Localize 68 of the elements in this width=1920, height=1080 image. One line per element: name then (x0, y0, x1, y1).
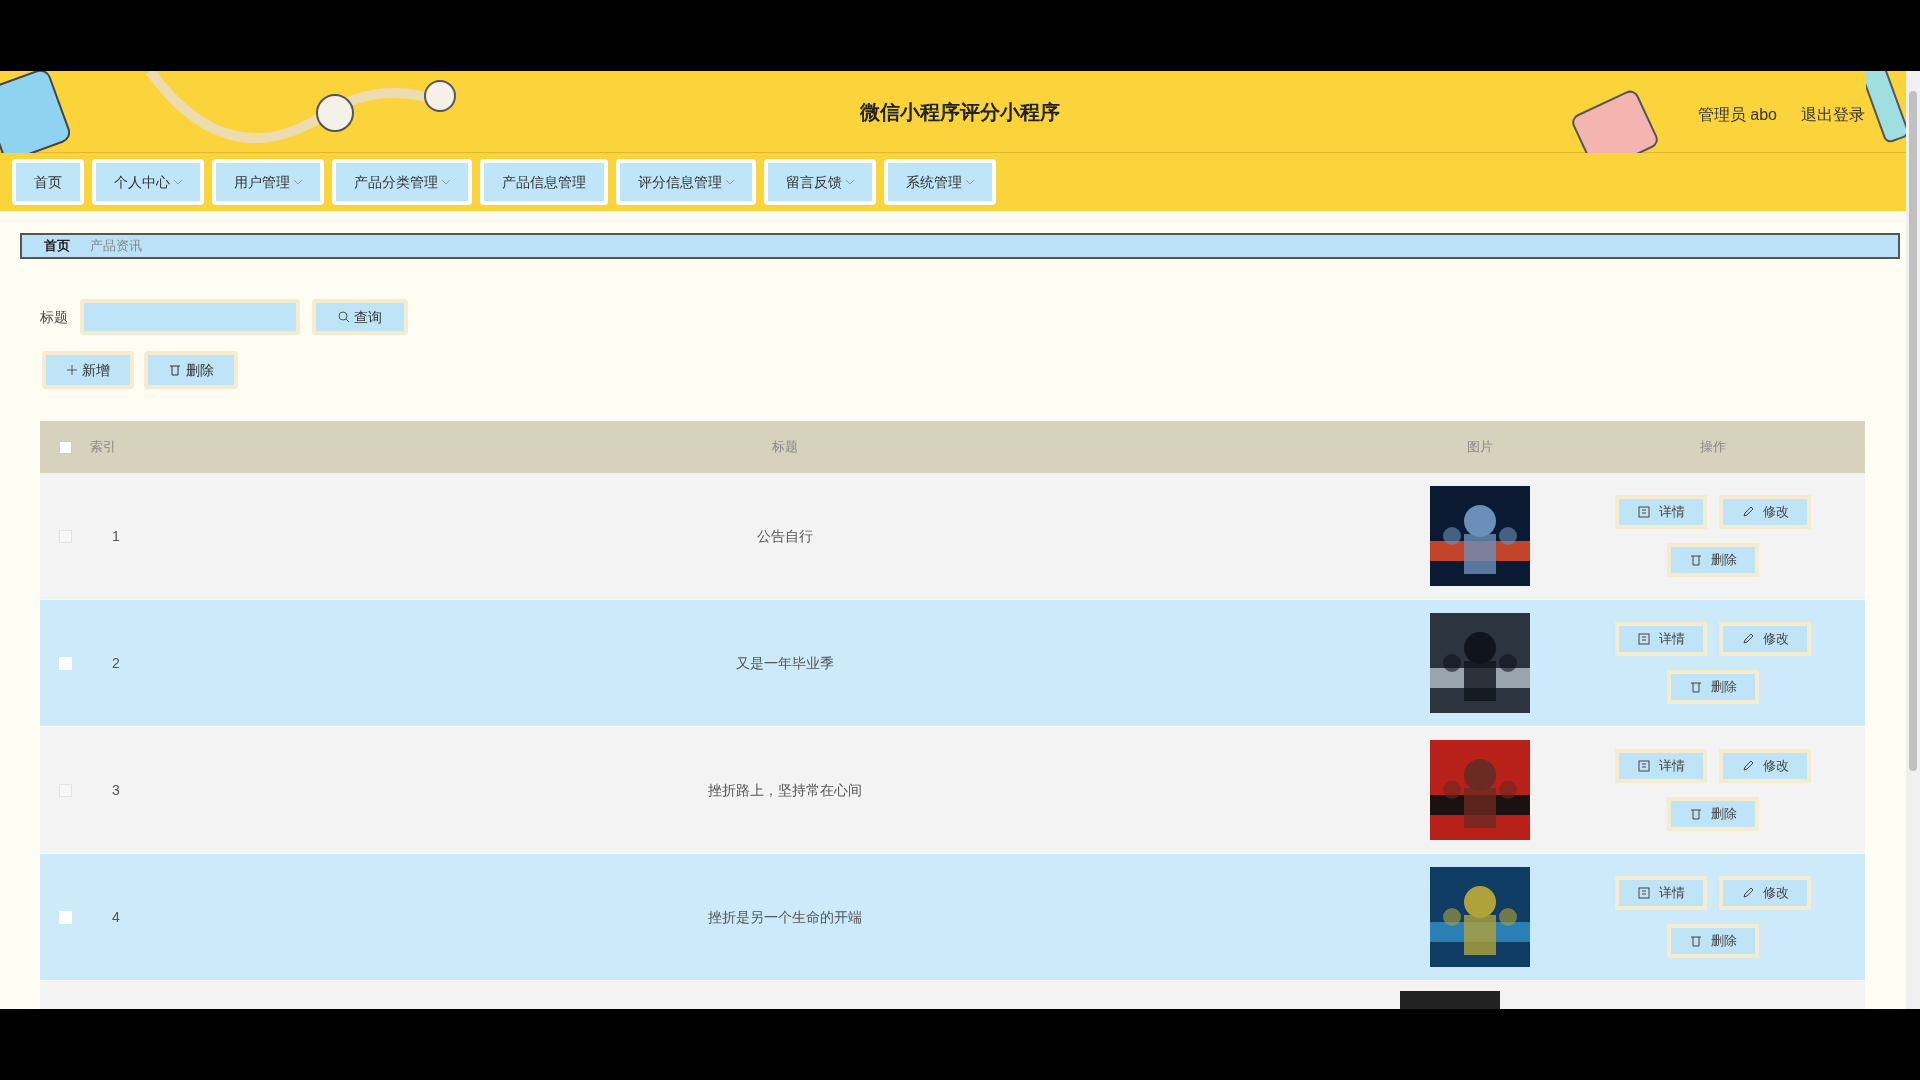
title-search-field[interactable] (80, 299, 300, 335)
title-cell-text: 又是一年毕业季 (736, 653, 834, 673)
caret-icon (294, 179, 302, 185)
delete-button[interactable]: 删除 (1666, 924, 1759, 958)
index-cell-text: 4 (111, 907, 121, 927)
delete-button[interactable]: 删除 (144, 351, 238, 389)
pencil-icon (1740, 632, 1755, 646)
edit-button[interactable]: 修改 (1718, 876, 1811, 910)
title-cell-text: 挫折路上，坚持常在心间 (708, 780, 862, 800)
nav-tab[interactable]: 产品分类管理 (332, 159, 472, 205)
details-button[interactable]: 详情 (1614, 622, 1707, 656)
caret-icon (846, 179, 854, 185)
breadcrumb-link[interactable]: 首页 (44, 236, 70, 256)
edit-button[interactable]: 修改 (1718, 622, 1811, 656)
document-icon (1636, 505, 1651, 519)
nav-tab[interactable]: 留言反馈 (764, 159, 876, 205)
nav-tab[interactable]: 首页 (12, 159, 84, 205)
search-label: 标题 (40, 307, 68, 327)
title-cell-text: 挫折是另一个生命的开端 (708, 907, 862, 927)
table-row[interactable]: 3 挫折路上，坚持常在心间 详情 修改 删除 (40, 727, 1865, 854)
document-icon (1636, 632, 1651, 646)
plus-icon (66, 364, 78, 376)
pencil-icon (1740, 759, 1755, 773)
index-cell-text: 1 (111, 526, 121, 546)
column-header: 操作 (1699, 438, 1726, 457)
search-icon (338, 311, 350, 323)
pencil-icon (1740, 505, 1755, 519)
trash-icon (1688, 934, 1703, 948)
nav-tab[interactable]: 用户管理 (212, 159, 324, 205)
trash-icon (1688, 553, 1703, 567)
index-cell-text: 3 (111, 780, 121, 800)
trash-icon (1688, 807, 1703, 821)
select-all-checkbox[interactable] (58, 440, 72, 454)
nav-tab[interactable]: 个人中心 (92, 159, 204, 205)
trash-icon (1688, 680, 1703, 694)
column-header: 索引 (90, 438, 117, 457)
app-title: 微信小程序评分小程序 (860, 99, 1060, 125)
delete-button[interactable]: 删除 (1666, 797, 1759, 831)
edit-button[interactable]: 修改 (1718, 749, 1811, 783)
table-row[interactable]: 4 挫折是另一个生命的开端 详情 修改 删除 (40, 854, 1865, 981)
details-button[interactable]: 详情 (1614, 749, 1707, 783)
scrollbar[interactable] (1906, 71, 1920, 1009)
delete-button[interactable]: 删除 (1666, 670, 1759, 704)
add-button[interactable]: 新增 (42, 351, 134, 389)
nav-tab[interactable]: 系统管理 (884, 159, 996, 205)
document-icon (1636, 886, 1651, 900)
caret-icon (174, 179, 182, 185)
details-button[interactable]: 详情 (1614, 876, 1707, 910)
column-header: 图片 (1467, 438, 1493, 457)
index-cell-text: 2 (111, 653, 121, 673)
table-row[interactable]: 1 公告自行 详情 修改 删除 (40, 473, 1865, 600)
pencil-icon (1740, 886, 1755, 900)
edit-button[interactable]: 修改 (1718, 495, 1811, 529)
caret-icon (966, 179, 974, 185)
caret-icon (442, 179, 450, 185)
logout-link[interactable]: 退出登录 (1801, 103, 1865, 127)
caret-icon (726, 179, 734, 185)
details-button[interactable]: 详情 (1614, 495, 1707, 529)
trash-icon (168, 363, 182, 377)
admin-name: 管理员 abo (1697, 105, 1777, 125)
column-header: 标题 (772, 438, 798, 457)
document-icon (1636, 759, 1651, 773)
table-row[interactable]: 2 又是一年毕业季 详情 修改 删除 (40, 600, 1865, 727)
title-cell-text: 公告自行 (757, 526, 813, 546)
search-button[interactable]: 查询 (312, 299, 408, 335)
delete-button[interactable]: 删除 (1666, 543, 1759, 577)
nav-tab[interactable]: 评分信息管理 (616, 159, 756, 205)
nav-tab[interactable]: 产品信息管理 (480, 159, 608, 205)
